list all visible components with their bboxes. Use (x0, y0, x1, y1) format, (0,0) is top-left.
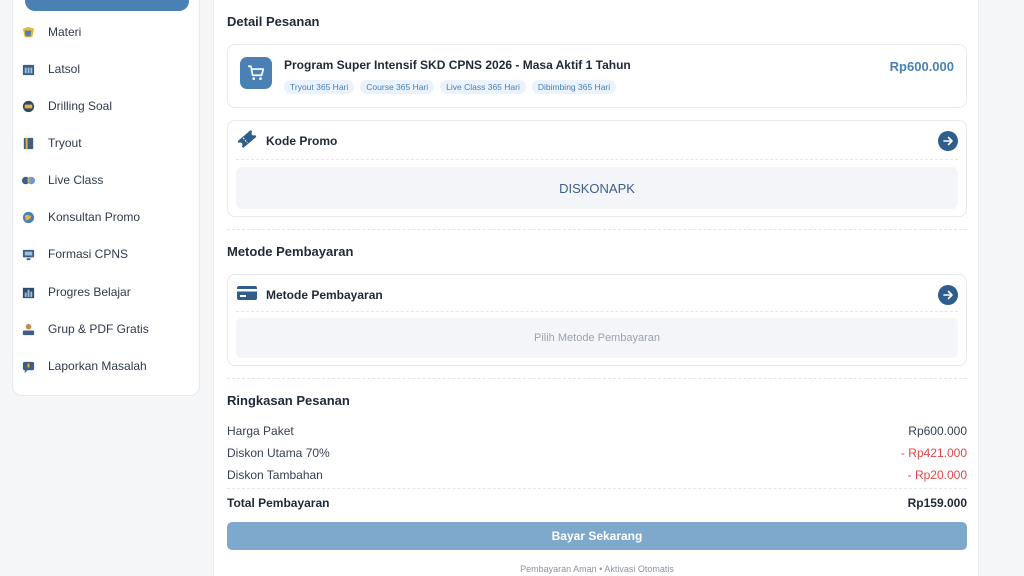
summary-value: - Rp421.000 (900, 446, 967, 460)
promo-code-value: DISKONAPK (559, 180, 635, 196)
sidebar-item-label: Grup & PDF Gratis (48, 322, 149, 336)
sidebar-item-grup-pdf[interactable]: Grup & PDF Gratis (20, 316, 180, 342)
product-tags: Tryout 365 Hari Course 365 Hari Live Cla… (284, 80, 617, 94)
section-divider (227, 229, 967, 230)
payment-footer-note: Pembayaran Aman • Aktivasi Otomatis (520, 564, 674, 574)
product-name: Program Super Intensif SKD CPNS 2026 - M… (284, 58, 631, 72)
sidebar-item-label: Formasi CPNS (48, 247, 129, 261)
arrow-right-icon (943, 136, 953, 146)
product-box: Program Super Intensif SKD CPNS 2026 - M… (227, 44, 967, 108)
order-detail-title: Detail Pesanan (227, 14, 320, 29)
summary-row-price: Harga Paket Rp600.000 (227, 424, 967, 438)
payment-arrow-button[interactable] (938, 285, 958, 305)
payment-box: Metode Pembayaran Pilih Metode Pembayara… (227, 274, 967, 366)
divider (236, 159, 958, 160)
sidebar-item-konsultan-promo[interactable]: Konsultan Promo (20, 204, 180, 230)
notebook-icon (20, 135, 36, 151)
product-price: Rp600.000 (889, 59, 954, 74)
sidebar-item-live-class[interactable]: Live Class (20, 167, 180, 193)
ticket-icon (236, 128, 258, 155)
sidebar-item-label: Drilling Soal (48, 99, 113, 113)
sidebar-item-label: Live Class (48, 173, 104, 187)
summary-label: Diskon Tambahan (227, 468, 323, 482)
sidebar-item-latsol[interactable]: Latsol (20, 56, 180, 82)
report-icon (20, 358, 36, 374)
section-divider (227, 488, 967, 489)
sidebar-item-progres-belajar[interactable]: Progres Belajar (20, 279, 180, 305)
payment-method-placeholder: Pilih Metode Pembayaran (534, 332, 660, 344)
summary-row-extra-discount: Diskon Tambahan - Rp20.000 (227, 468, 967, 482)
sidebar-item-label: Materi (48, 25, 82, 39)
group-icon (20, 321, 36, 337)
monitor-icon (20, 246, 36, 262)
arrow-right-icon (943, 290, 953, 300)
summary-value: - Rp20.000 (907, 468, 967, 482)
divider (236, 311, 958, 312)
summary-value: Rp600.000 (908, 424, 967, 438)
summary-title: Ringkasan Pesanan (227, 393, 350, 408)
summary-total-row: Total Pembayaran Rp159.000 (227, 496, 967, 510)
book-icon (20, 24, 36, 40)
payment-label: Metode Pembayaran (266, 288, 383, 302)
sidebar-item-label: Latsol (48, 62, 81, 76)
live-icon (20, 172, 36, 188)
sidebar-item-label: Laporkan Masalah (48, 359, 147, 373)
pay-now-button[interactable]: Bayar Sekarang (227, 522, 967, 550)
promo-arrow-button[interactable] (938, 131, 958, 151)
sidebar-item-label: Tryout (48, 136, 82, 150)
promo-box: Kode Promo DISKONAPK (227, 120, 967, 217)
sidebar-item-label: Konsultan Promo (48, 210, 141, 224)
summary-label: Diskon Utama 70% (227, 446, 330, 460)
product-tag: Dibimbing 365 Hari (531, 80, 617, 94)
section-divider (227, 378, 967, 379)
sidebar-item-label: Progres Belajar (48, 285, 131, 299)
sidebar-item-formasi-cpns[interactable]: Formasi CPNS (20, 241, 180, 267)
payment-method-select[interactable]: Pilih Metode Pembayaran (236, 318, 958, 358)
product-tag: Course 365 Hari (360, 80, 435, 94)
order-card: Detail Pesanan Program Super Intensif SK… (213, 0, 979, 576)
globe-icon (20, 209, 36, 225)
total-value: Rp159.000 (907, 496, 967, 510)
payment-header: Metode Pembayaran (236, 283, 958, 307)
drill-icon (20, 98, 36, 114)
payment-title: Metode Pembayaran (227, 244, 354, 259)
product-tag: Live Class 365 Hari (440, 80, 526, 94)
sidebar-active-item[interactable] (25, 0, 189, 11)
summary-row-main-discount: Diskon Utama 70% - Rp421.000 (227, 446, 967, 460)
product-tag: Tryout 365 Hari (284, 80, 355, 94)
sidebar-item-tryout[interactable]: Tryout (20, 130, 180, 156)
promo-code-field[interactable]: DISKONAPK (236, 167, 958, 209)
cart-icon (240, 57, 272, 89)
card-icon (236, 285, 258, 306)
summary-label: Harga Paket (227, 424, 294, 438)
sidebar-item-drilling-soal[interactable]: Drilling Soal (20, 93, 180, 119)
total-label: Total Pembayaran (227, 496, 330, 510)
sidebar-item-laporkan-masalah[interactable]: Laporkan Masalah (20, 353, 180, 379)
promo-label: Kode Promo (266, 134, 338, 148)
sidebar-item-materi[interactable]: Materi (20, 19, 180, 45)
promo-header: Kode Promo (236, 129, 958, 153)
calendar-icon (20, 61, 36, 77)
chart-icon (20, 284, 36, 300)
